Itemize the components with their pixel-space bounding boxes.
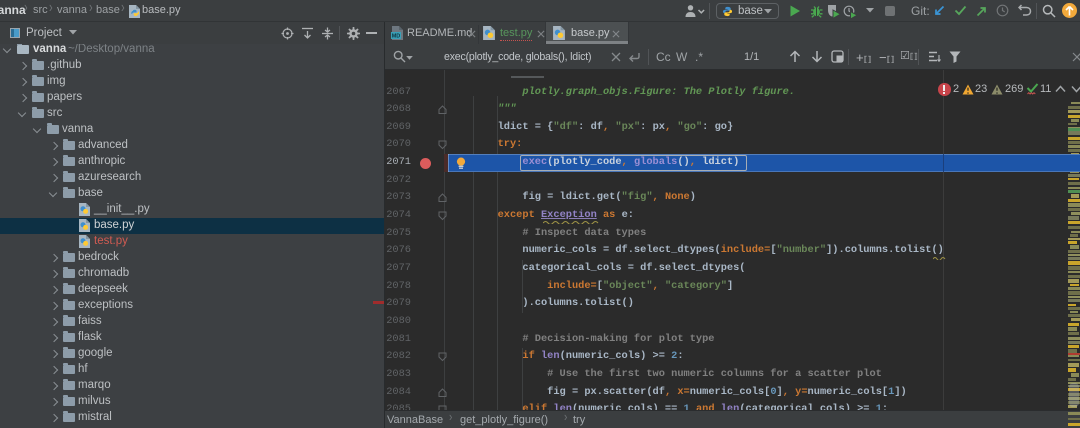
svg-text:MD: MD	[392, 34, 401, 40]
